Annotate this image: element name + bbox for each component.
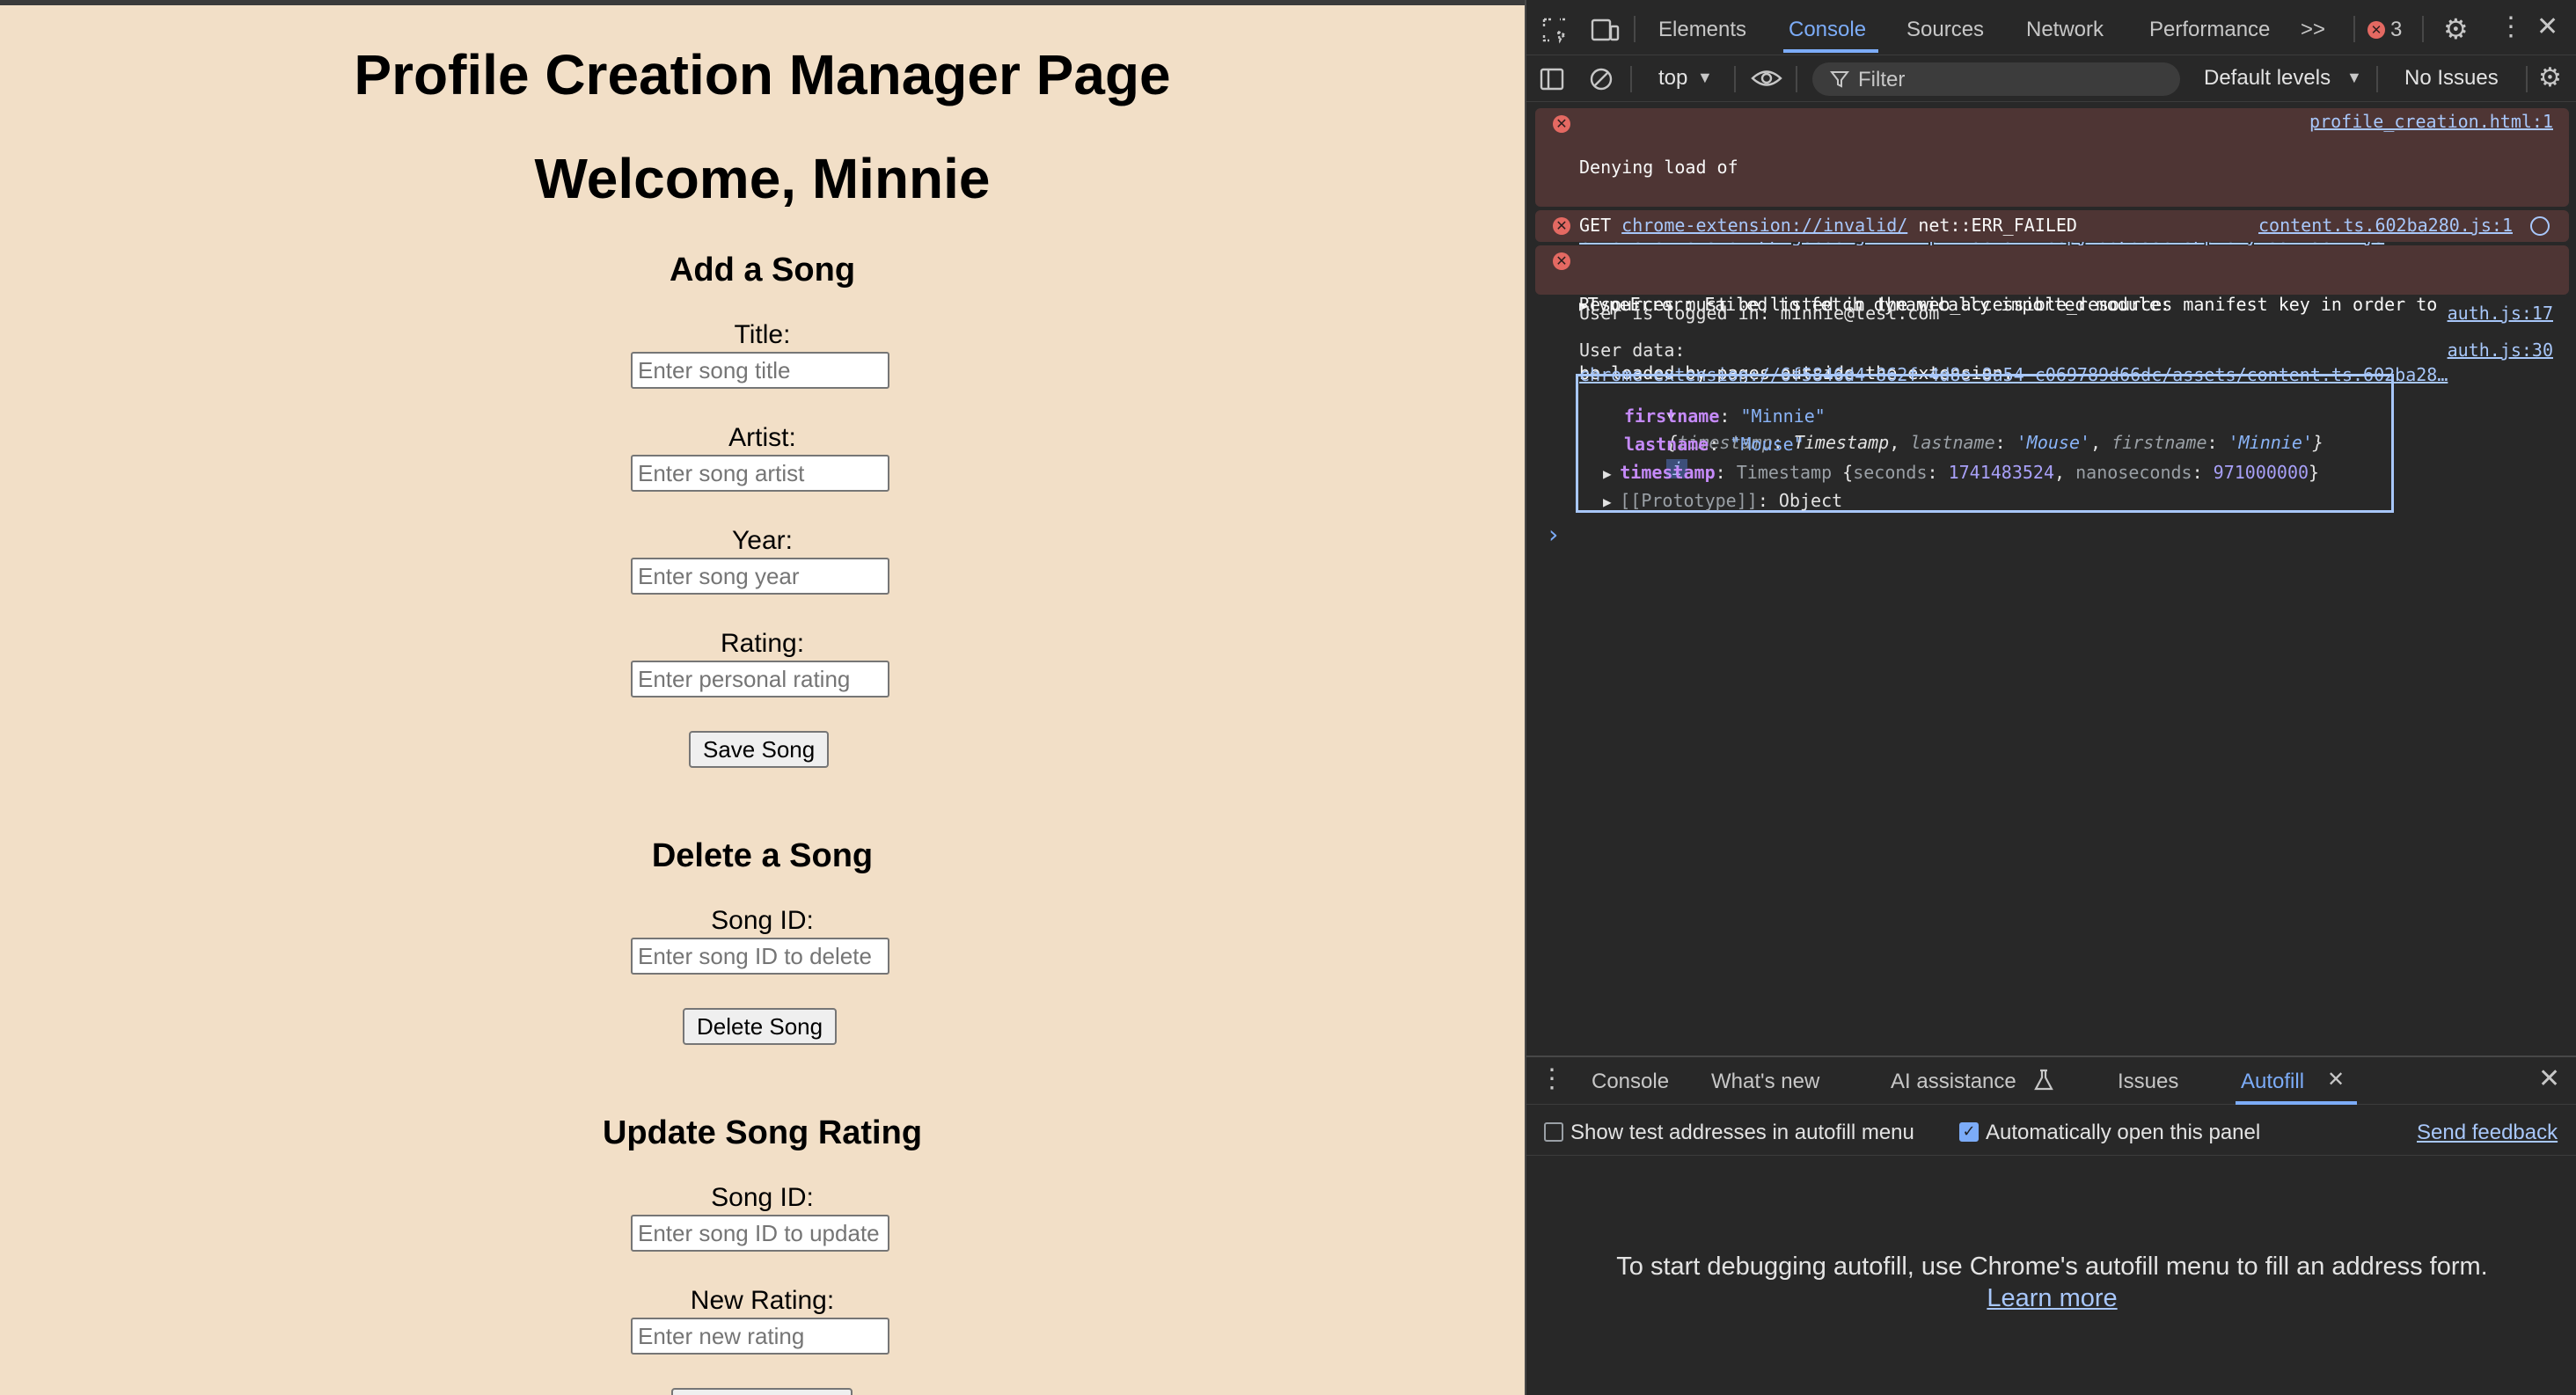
console-settings-gear-icon[interactable]: ⚙ xyxy=(2538,65,2562,91)
delete-song-button[interactable]: Delete Song xyxy=(683,1008,838,1045)
device-toolbar-icon[interactable] xyxy=(1590,16,1620,48)
error2-source-link[interactable]: content.ts.602ba280.js:1 xyxy=(2258,214,2513,237)
context-dropdown-icon[interactable]: ▼ xyxy=(1697,69,1713,85)
drawer-tab-console[interactable]: Console xyxy=(1592,1070,1669,1094)
error-count-badge[interactable]: 3 xyxy=(2390,18,2402,42)
error-icon: ✕ xyxy=(1553,115,1570,133)
console-toolbar: top ▼ Filter Default levels ▼ No Issues … xyxy=(1526,55,2576,102)
issues-counter[interactable]: No Issues xyxy=(2404,66,2499,91)
error-icon: ✕ xyxy=(1553,217,1570,235)
error-count-icon[interactable]: ✕ xyxy=(2367,21,2385,39)
update-song-id-label: Song ID: xyxy=(711,1183,814,1212)
console-log-message: User is logged in: minnie@test.com auth.… xyxy=(1535,298,2569,330)
console-messages: ✕ Denying load of chrome-extension://kgb… xyxy=(1526,103,2576,1055)
devtools-panel: Elements Console Sources Network Perform… xyxy=(1525,0,2576,1395)
inspect-element-icon[interactable] xyxy=(1540,16,1569,48)
auto-open-panel-label: Automatically open this panel xyxy=(1986,1121,2261,1144)
more-options-icon[interactable]: ⋮ xyxy=(2498,14,2524,40)
autofill-empty-state: To start debugging autofill, use Chrome'… xyxy=(1526,1251,2576,1314)
delete-song-id-label: Song ID: xyxy=(711,906,814,935)
context-selector[interactable]: top xyxy=(1658,66,1687,91)
error1-source-link[interactable]: profile_creation.html:1 xyxy=(2309,110,2553,133)
console-prompt[interactable]: › xyxy=(1546,520,1561,549)
tab-network[interactable]: Network xyxy=(2026,18,2104,42)
show-test-addresses-checkbox[interactable] xyxy=(1544,1122,1563,1142)
page-title: Profile Creation Manager Page xyxy=(354,43,1171,106)
drawer-tab-issues[interactable]: Issues xyxy=(2118,1070,2178,1094)
autofill-toolbar: Show test addresses in autofill menu ✓ A… xyxy=(1526,1105,2576,1156)
drawer-menu-icon[interactable]: ⋮ xyxy=(1539,1066,1565,1092)
update-rating-button[interactable] xyxy=(671,1388,853,1395)
artist-label: Artist: xyxy=(728,423,796,452)
update-rating-heading: Update Song Rating xyxy=(602,1114,923,1151)
log-levels-dropdown[interactable]: Default levels xyxy=(2204,66,2331,91)
settings-gear-icon[interactable]: ⚙ xyxy=(2443,15,2469,43)
flask-icon xyxy=(2033,1068,2054,1097)
error1-prefix: Denying load of xyxy=(1579,157,1749,178)
autofill-empty-message: To start debugging autofill, use Chrome'… xyxy=(1616,1253,2488,1281)
devtools-drawer: ⋮ Console What's new AI assistance Issue… xyxy=(1526,1055,2576,1395)
user-data-object[interactable]: ▼ {timestamp: Timestamp, lastname: 'Mous… xyxy=(1576,374,2394,513)
rating-input[interactable] xyxy=(631,661,889,698)
log-levels-chevron-icon[interactable]: ▼ xyxy=(2346,69,2362,85)
devtools-tabbar: Elements Console Sources Network Perform… xyxy=(1526,5,2576,53)
title-input[interactable] xyxy=(631,352,889,389)
filter-input[interactable]: Filter xyxy=(1812,62,2180,96)
welcome-heading: Welcome, Minnie xyxy=(534,147,991,210)
delete-song-id-input[interactable] xyxy=(631,938,889,975)
new-rating-label: New Rating: xyxy=(690,1286,835,1315)
console-error-message: ✕ Denying load of chrome-extension://kgb… xyxy=(1535,108,2569,383)
close-devtools-icon[interactable]: ✕ xyxy=(2536,14,2558,40)
console-log-message: User data: auth.js:30 xyxy=(1535,335,2569,367)
console-error-message: ✕ GET chrome-extension://invalid/ net::E… xyxy=(1535,210,2569,242)
add-song-heading: Add a Song xyxy=(669,252,856,288)
title-label: Title: xyxy=(734,320,791,349)
save-song-button[interactable]: Save Song xyxy=(689,731,830,768)
tab-performance[interactable]: Performance xyxy=(2149,18,2270,42)
year-input[interactable] xyxy=(631,558,889,595)
close-drawer-icon[interactable]: ✕ xyxy=(2538,1066,2560,1092)
filter-placeholder: Filter xyxy=(1858,68,1906,91)
drawer-tab-ai-assistance[interactable]: AI assistance xyxy=(1891,1070,2016,1094)
learn-more-link[interactable]: Learn more xyxy=(1987,1284,2117,1312)
filter-funnel-icon xyxy=(1829,69,1850,92)
console-error-message: ✕ ▶TypeError: Failed to fetch dynamicall… xyxy=(1535,245,2569,385)
send-feedback-link[interactable]: Send feedback xyxy=(2417,1121,2558,1145)
sidebar-toggle-icon[interactable] xyxy=(1539,66,1565,97)
tab-sources[interactable]: Sources xyxy=(1906,18,1984,42)
clear-console-icon[interactable] xyxy=(1588,66,1614,97)
rating-label: Rating: xyxy=(720,629,805,658)
delete-song-heading: Delete a Song xyxy=(651,837,874,874)
live-expression-eye-icon[interactable] xyxy=(1750,65,1783,96)
log1-text: User is logged in: minnie@test.com xyxy=(1579,303,1940,324)
log2-text: User data: xyxy=(1579,340,1686,361)
year-label: Year: xyxy=(732,526,793,555)
tab-console[interactable]: Console xyxy=(1789,18,1866,42)
log2-source-link[interactable]: auth.js:30 xyxy=(2448,339,2553,362)
log1-source-link[interactable]: auth.js:17 xyxy=(2448,302,2553,325)
ignore-list-icon[interactable] xyxy=(2530,216,2550,236)
more-tabs-icon[interactable]: >> xyxy=(2301,18,2325,42)
tab-elements[interactable]: Elements xyxy=(1658,18,1746,42)
drawer-tabbar: ⋮ Console What's new AI assistance Issue… xyxy=(1526,1057,2576,1105)
drawer-tab-whats-new[interactable]: What's new xyxy=(1711,1070,1819,1094)
new-rating-input[interactable] xyxy=(631,1318,889,1355)
error-icon: ✕ xyxy=(1553,252,1570,270)
drawer-tab-autofill[interactable]: Autofill xyxy=(2241,1070,2304,1094)
expand-prototype-icon[interactable]: ▶ xyxy=(1603,493,1620,510)
error2-request-link[interactable]: chrome-extension://invalid/ xyxy=(1621,215,1907,236)
auto-open-panel-checkbox[interactable]: ✓ xyxy=(1959,1122,1979,1142)
update-song-id-input[interactable] xyxy=(631,1215,889,1252)
web-page: Profile Creation Manager Page Welcome, M… xyxy=(0,5,1525,1395)
artist-input[interactable] xyxy=(631,455,889,492)
show-test-addresses-label: Show test addresses in autofill menu xyxy=(1570,1121,1914,1144)
close-autofill-tab-icon[interactable]: ✕ xyxy=(2327,1070,2345,1091)
expand-timestamp-icon[interactable]: ▶ xyxy=(1603,465,1620,482)
